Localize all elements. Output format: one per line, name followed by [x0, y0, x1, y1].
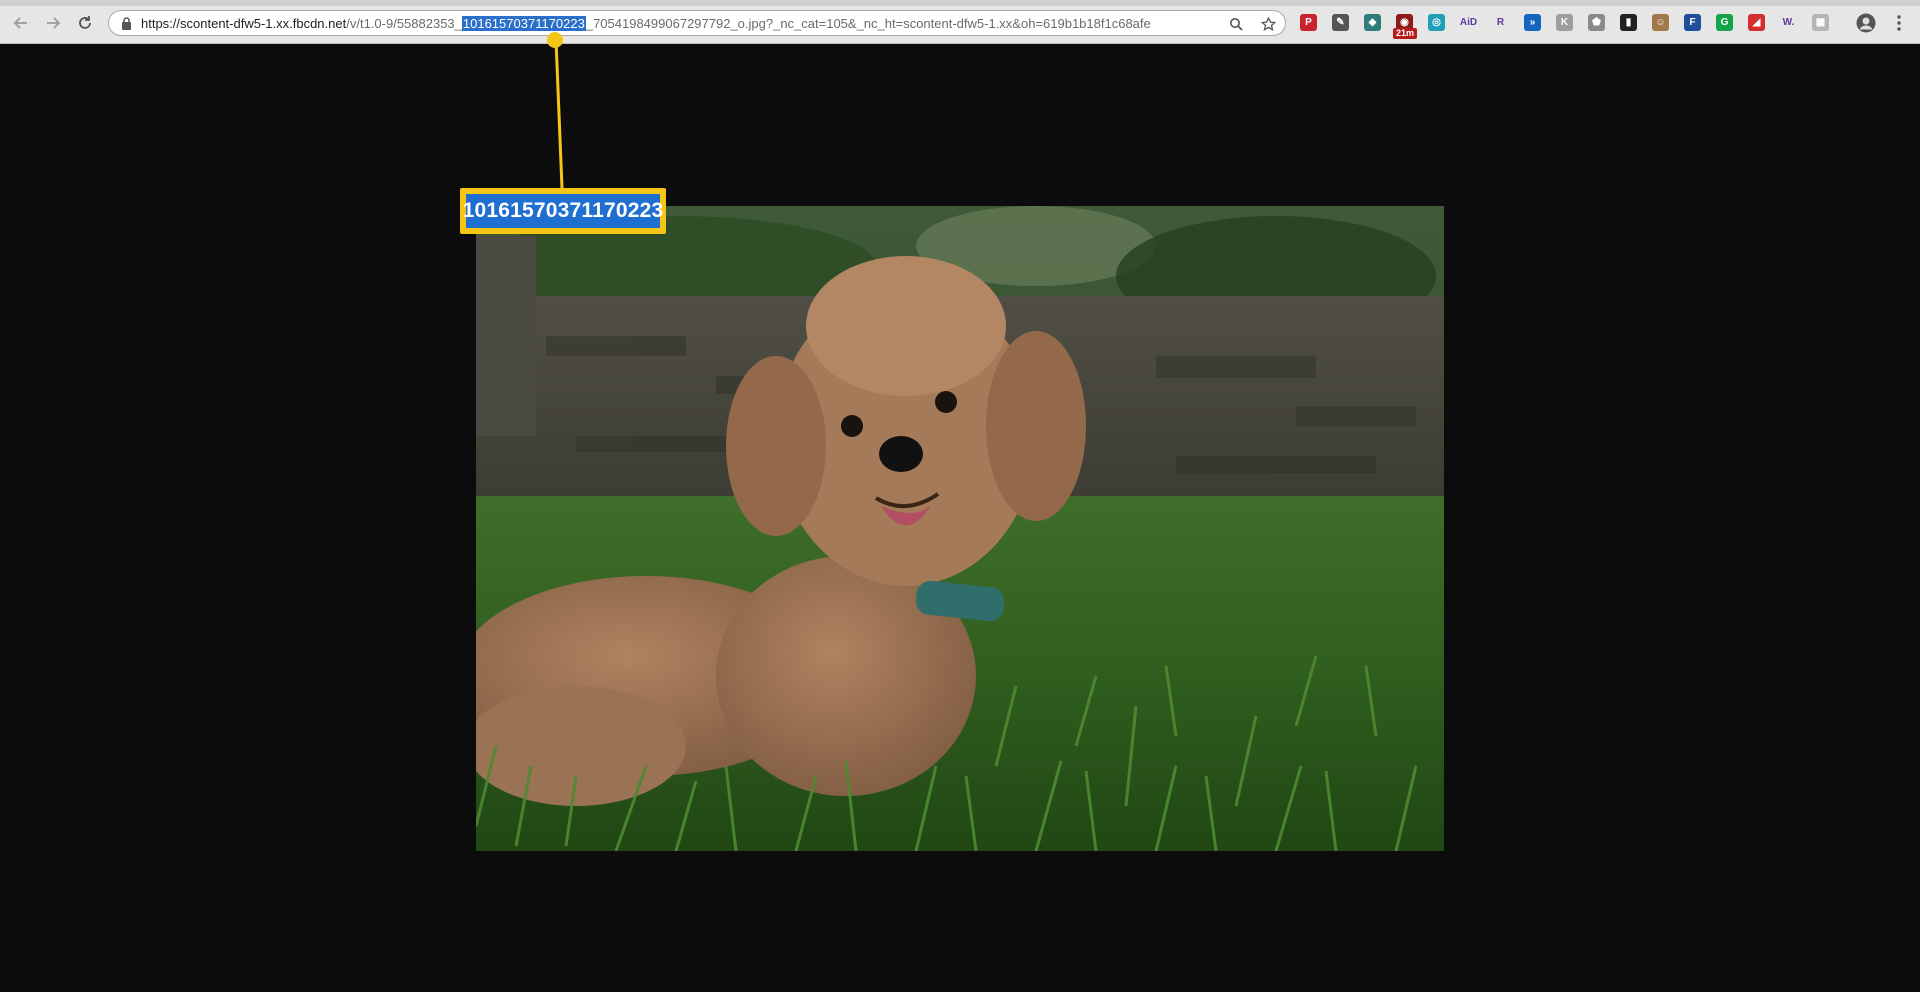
k-icon[interactable]: K — [1556, 14, 1573, 31]
tab-strip — [0, 0, 1920, 6]
callout-box: 10161570371170223 — [460, 188, 666, 234]
aid-icon[interactable]: AiD — [1460, 14, 1477, 31]
zoom-button[interactable] — [1227, 15, 1245, 33]
url-path-before: /v/t1.0-9/55882353_ — [346, 16, 462, 31]
reload-button[interactable] — [76, 14, 94, 32]
url-selected-id[interactable]: 10161570371170223 — [461, 16, 586, 31]
eyedropper-icon[interactable]: ✎ — [1332, 14, 1349, 31]
back-arrow-icon — [13, 17, 27, 29]
image-ext-icon[interactable]: ▦ — [1812, 14, 1829, 31]
w-icon[interactable]: W. — [1780, 14, 1797, 31]
arrow-ext-icon[interactable]: » — [1524, 14, 1541, 31]
grammarly-icon[interactable]: G — [1716, 14, 1733, 31]
r-icon[interactable]: R — [1492, 14, 1509, 31]
callout-text: 10161570371170223 — [462, 199, 664, 222]
kebab-menu-icon — [1897, 15, 1901, 31]
shield-icon[interactable]: ◆ — [1364, 14, 1381, 31]
gray-shield-icon[interactable]: ⬟ — [1588, 14, 1605, 31]
circle-ext-icon[interactable]: ◎ — [1428, 14, 1445, 31]
forward-arrow-icon — [47, 17, 61, 29]
address-bar[interactable]: https://scontent-dfw5-1.xx.fbcdn.net/v/t… — [108, 10, 1286, 36]
dog-photo — [476, 206, 1444, 851]
forward-button[interactable] — [44, 14, 62, 32]
red-tag-icon[interactable]: ◢ — [1748, 14, 1765, 31]
url-path-after: _7054198499067297792_o.jpg?_nc_cat=105&_… — [585, 16, 1151, 31]
browser-toolbar: https://scontent-dfw5-1.xx.fbcdn.net/v/t… — [0, 0, 1920, 44]
magnifier-icon — [1230, 18, 1243, 31]
bookmark-icon[interactable]: ▮ — [1620, 14, 1637, 31]
timer-badge: 21m — [1393, 28, 1418, 39]
face-icon[interactable]: ☺ — [1652, 14, 1669, 31]
back-button[interactable] — [12, 14, 30, 32]
f-icon[interactable]: F — [1684, 14, 1701, 31]
avatar-icon — [1856, 13, 1876, 33]
star-icon — [1260, 16, 1276, 31]
profile-avatar[interactable] — [1856, 13, 1876, 33]
url-host: https://scontent-dfw5-1.xx.fbcdn.net — [141, 16, 347, 31]
url-text[interactable]: https://scontent-dfw5-1.xx.fbcdn.net/v/t… — [141, 16, 1219, 32]
callout-highlight: 10161570371170223 — [463, 194, 663, 228]
reload-icon — [79, 16, 91, 29]
bookmark-star-button[interactable] — [1259, 15, 1277, 33]
pinterest-icon[interactable]: P — [1300, 14, 1317, 31]
menu-button[interactable] — [1890, 14, 1908, 32]
lock-icon — [122, 17, 131, 30]
poodle-image — [476, 206, 1444, 851]
